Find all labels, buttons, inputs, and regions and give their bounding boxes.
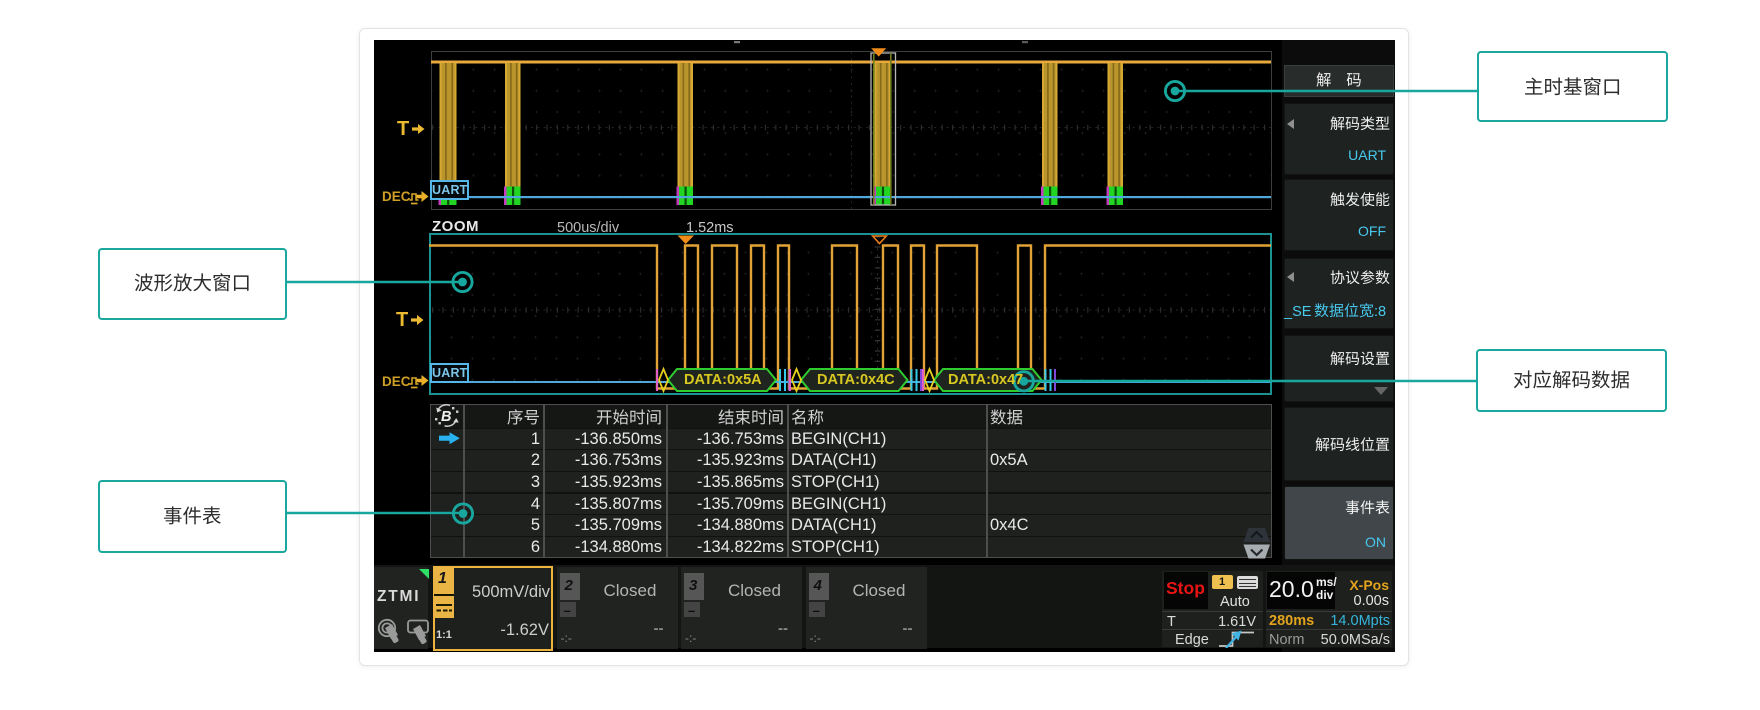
svg-text:B: B: [441, 409, 451, 425]
